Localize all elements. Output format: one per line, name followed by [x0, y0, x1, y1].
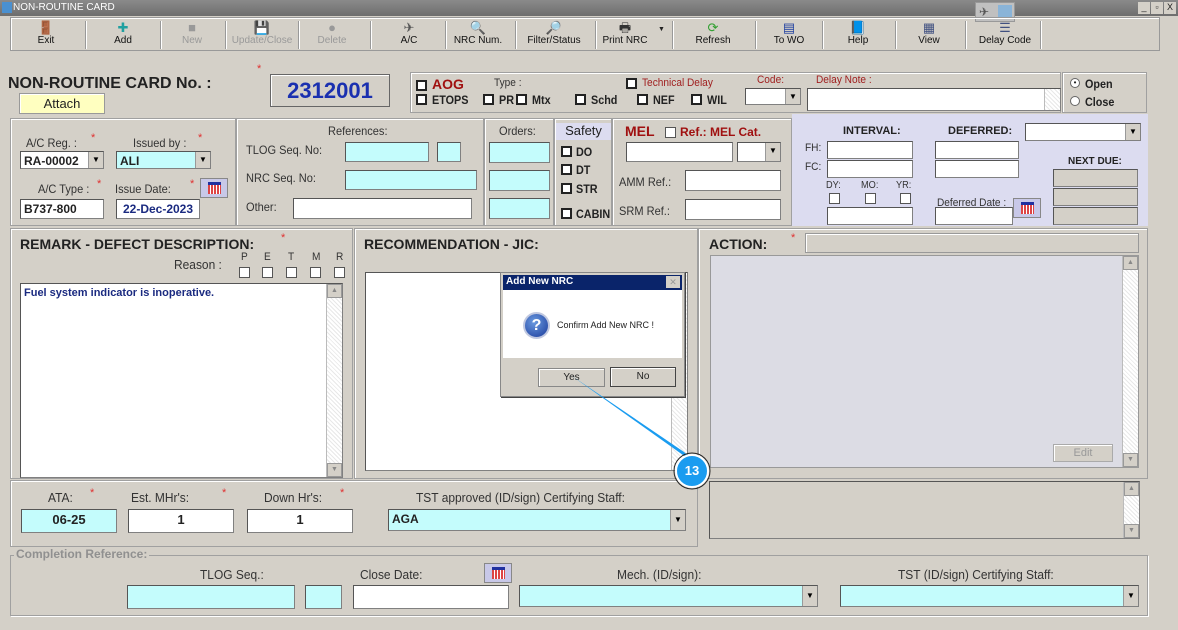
- callout-pointer: [572, 376, 711, 490]
- step-badge: 13: [684, 463, 700, 478]
